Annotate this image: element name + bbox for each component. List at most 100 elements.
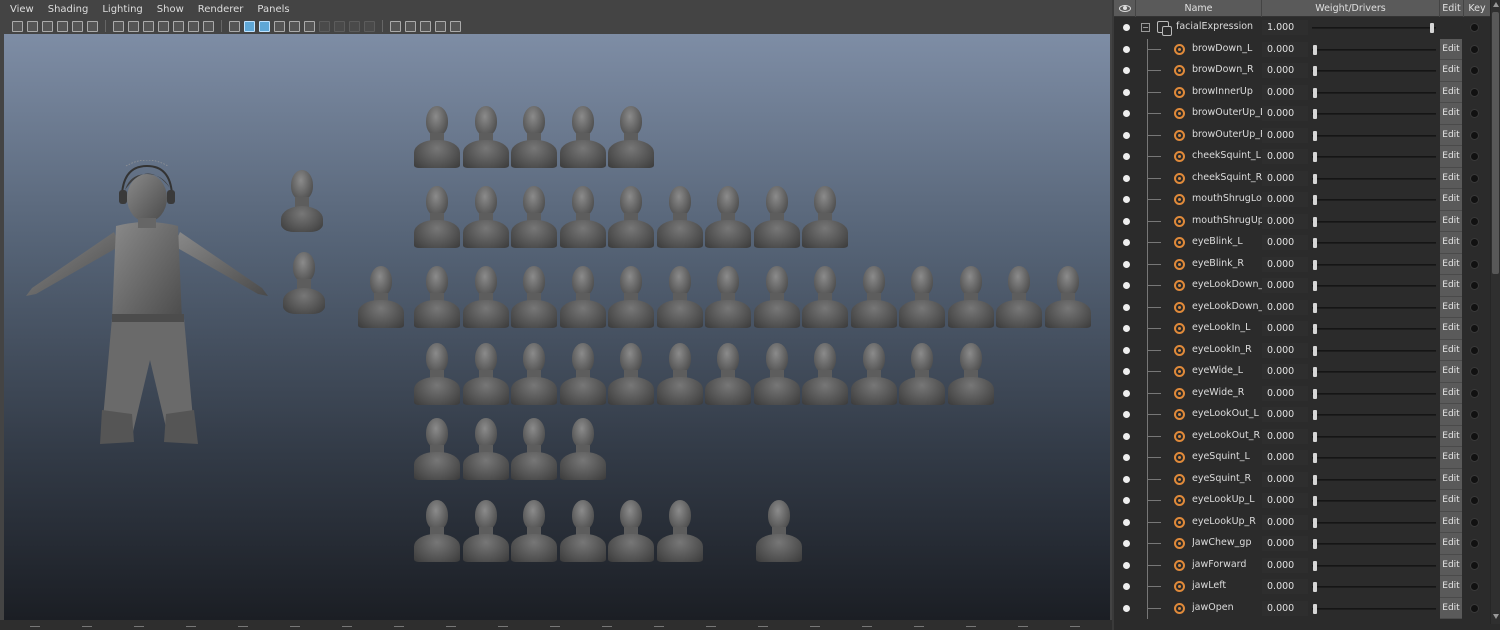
- select-camera-icon[interactable]: [27, 20, 38, 32]
- key-dot[interactable]: [1470, 173, 1479, 183]
- slider-handle[interactable]: [1313, 87, 1317, 98]
- slider-handle[interactable]: [1313, 410, 1317, 420]
- scroll-thumb[interactable]: [1492, 12, 1499, 274]
- slider-handle[interactable]: [1313, 496, 1317, 506]
- visibility-dot[interactable]: [1123, 303, 1130, 311]
- target-weight-slider[interactable]: [1312, 238, 1436, 248]
- target-weight-field[interactable]: 0.000: [1262, 428, 1308, 444]
- blendshape-head[interactable]: [511, 418, 557, 484]
- blendshape-head[interactable]: [462, 418, 509, 484]
- lights-icon[interactable]: [289, 20, 300, 32]
- blendshape-head[interactable]: [279, 170, 325, 236]
- key-dot[interactable]: [1470, 560, 1479, 570]
- key-dot[interactable]: [1470, 582, 1479, 591]
- edit-button[interactable]: Edit: [1440, 597, 1462, 619]
- grid-icon[interactable]: [113, 20, 124, 32]
- blendshape-head[interactable]: [559, 266, 606, 332]
- target-weight-slider[interactable]: [1312, 216, 1436, 227]
- key-dot[interactable]: [1470, 388, 1479, 398]
- blendshape-head[interactable]: [705, 186, 751, 252]
- visibility-dot[interactable]: [1123, 497, 1130, 504]
- edit-button[interactable]: Edit: [1440, 382, 1462, 404]
- edit-button[interactable]: Edit: [1440, 146, 1462, 168]
- target-weight-slider[interactable]: [1312, 367, 1436, 377]
- target-weight-field[interactable]: 0.000: [1262, 493, 1308, 508]
- blendshape-head[interactable]: [656, 343, 703, 409]
- slider-handle[interactable]: [1313, 539, 1317, 549]
- visibility-dot[interactable]: [1123, 518, 1130, 526]
- target-weight-slider[interactable]: [1312, 496, 1436, 506]
- visibility-dot[interactable]: [1123, 389, 1130, 397]
- blendshape-head[interactable]: [511, 343, 557, 409]
- menu-view[interactable]: View: [10, 4, 34, 15]
- target-weight-field[interactable]: 0.000: [1262, 471, 1308, 487]
- menu-shading[interactable]: Shading: [48, 4, 89, 15]
- grease-pencil-icon[interactable]: [87, 20, 98, 32]
- blendshape-head[interactable]: [462, 186, 509, 252]
- group-weight-slider[interactable]: [1312, 23, 1436, 33]
- group-weight-field[interactable]: 1.000: [1262, 20, 1308, 35]
- lock-camera-icon[interactable]: [42, 20, 53, 32]
- target-row[interactable]: eyeLookDown_R0.000 Edit: [1114, 296, 1490, 318]
- blendshape-head[interactable]: [705, 266, 751, 332]
- blendshape-head[interactable]: [802, 266, 848, 332]
- target-row[interactable]: jawLeft 0.000 Edit: [1114, 576, 1490, 598]
- target-weight-field[interactable]: 0.000: [1262, 256, 1308, 272]
- key-dot[interactable]: [1470, 109, 1479, 118]
- key-dot[interactable]: [1470, 302, 1479, 312]
- blendshape-head[interactable]: [414, 418, 460, 484]
- edit-button[interactable]: Edit: [1440, 533, 1462, 555]
- target-weight-slider[interactable]: [1312, 173, 1436, 184]
- visibility-dot[interactable]: [1123, 131, 1130, 139]
- blendshape-head[interactable]: [656, 266, 703, 332]
- target-weight-field[interactable]: 0.000: [1262, 557, 1308, 573]
- target-weight-field[interactable]: 0.000: [1262, 321, 1308, 336]
- visibility-dot[interactable]: [1123, 604, 1130, 612]
- safe-action-icon[interactable]: [188, 20, 199, 32]
- key-dot[interactable]: [1470, 259, 1479, 269]
- blendshape-head[interactable]: [608, 106, 654, 172]
- edit-button[interactable]: Edit: [1440, 124, 1462, 146]
- target-weight-slider[interactable]: [1312, 87, 1436, 98]
- target-row[interactable]: eyeLookIn_L 0.000 Edit: [1114, 318, 1490, 340]
- target-row[interactable]: eyeBlink_L 0.000 Edit: [1114, 232, 1490, 254]
- key-dot[interactable]: [1470, 324, 1479, 333]
- slider-handle[interactable]: [1313, 302, 1317, 313]
- slider-handle[interactable]: [1313, 560, 1317, 571]
- blendshape-head[interactable]: [1044, 266, 1091, 332]
- visibility-dot[interactable]: [1123, 67, 1130, 74]
- target-weight-slider[interactable]: [1312, 410, 1436, 420]
- target-weight-field[interactable]: 0.000: [1262, 127, 1308, 143]
- key-dot[interactable]: [1470, 238, 1479, 247]
- visibility-dot[interactable]: [1123, 110, 1130, 117]
- target-row[interactable]: eyeWide_R 0.000 Edit: [1114, 382, 1490, 404]
- target-weight-field[interactable]: 0.000: [1262, 299, 1308, 315]
- target-weight-slider[interactable]: [1312, 603, 1436, 614]
- target-weight-slider[interactable]: [1312, 302, 1436, 313]
- visibility-dot[interactable]: [1123, 411, 1130, 418]
- camera-icon[interactable]: [12, 20, 23, 32]
- visibility-dot[interactable]: [1123, 432, 1130, 440]
- target-row[interactable]: eyeLookDown_L 0.000 Edit: [1114, 275, 1490, 297]
- target-weight-field[interactable]: 0.000: [1262, 170, 1308, 186]
- edit-button[interactable]: Edit: [1440, 576, 1462, 598]
- visibility-dot[interactable]: [1123, 153, 1130, 160]
- edit-column-header[interactable]: Edit: [1440, 0, 1464, 17]
- blendshape-head[interactable]: [559, 186, 606, 252]
- visibility-dot[interactable]: [1123, 325, 1130, 332]
- slider-handle[interactable]: [1313, 367, 1317, 377]
- character-model[interactable]: [22, 160, 272, 450]
- key-dot[interactable]: [1470, 130, 1479, 140]
- target-row[interactable]: cheekSquint_L 0.000 Edit: [1114, 146, 1490, 168]
- edit-button[interactable]: Edit: [1440, 81, 1462, 103]
- edit-button[interactable]: Edit: [1440, 189, 1462, 211]
- slider-handle[interactable]: [1313, 216, 1317, 227]
- visibility-dot[interactable]: [1123, 24, 1130, 31]
- blendshape-head[interactable]: [899, 343, 945, 409]
- visibility-dot[interactable]: [1123, 217, 1130, 225]
- key-dot[interactable]: [1470, 281, 1479, 290]
- target-weight-field[interactable]: 0.000: [1262, 213, 1308, 229]
- motion-blur-icon[interactable]: [334, 20, 345, 32]
- scroll-up-icon[interactable]: [1493, 2, 1499, 7]
- slider-handle[interactable]: [1313, 259, 1317, 270]
